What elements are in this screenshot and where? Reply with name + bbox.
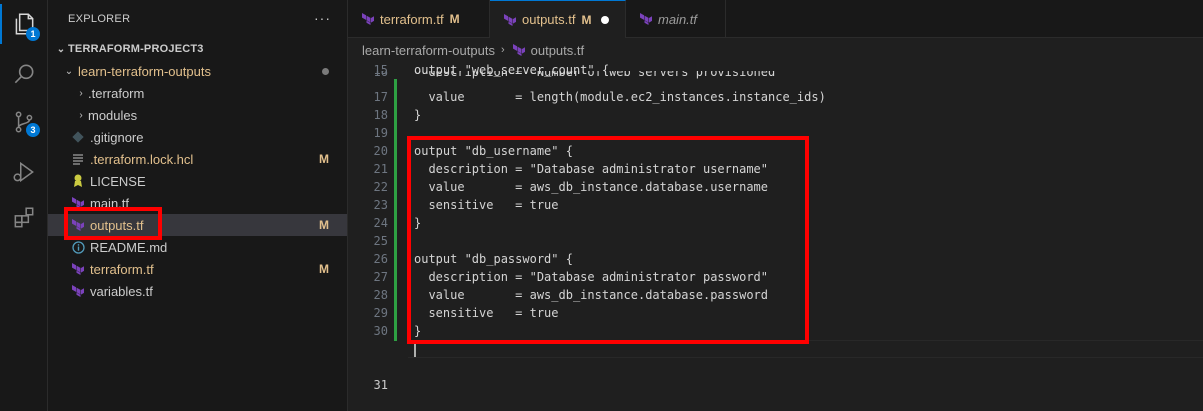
chevron-right-icon: › (500, 44, 505, 56)
chevron-right-icon: › (79, 109, 83, 121)
tree-item-label: learn-terraform-outputs (78, 63, 211, 79)
activity-bar: 1 3 (0, 0, 48, 411)
line-number: 27 (373, 270, 388, 284)
line-number: 29 (373, 306, 388, 320)
breadcrumb-file[interactable]: outputs.tf (531, 43, 584, 58)
tree-item-label: terraform.tf (90, 261, 154, 277)
code-line-partial: 16 description = "Number of web servers … (348, 71, 1203, 81)
search-icon[interactable] (0, 54, 48, 94)
unsaved-dot-icon[interactable] (601, 15, 610, 24)
code-editor[interactable]: 15 output "web_server_count" { 16 descrip… (348, 61, 1203, 411)
tab-modified-badge: M (449, 12, 460, 26)
modified-badge: M (319, 152, 329, 166)
line-number: 23 (373, 198, 388, 212)
modified-badge: M (319, 218, 329, 232)
lines-icon (70, 151, 86, 167)
terraform-icon (638, 11, 654, 27)
sidebar-title: EXPLORER (68, 13, 131, 25)
tree-item-gitignore[interactable]: .gitignore (48, 126, 347, 148)
line-number: 17 (373, 90, 388, 104)
scm-badge: 3 (26, 123, 40, 137)
license-icon (70, 173, 86, 189)
line-number: 16 (373, 71, 388, 79)
line-text: } (414, 108, 422, 122)
line-number: 28 (373, 288, 388, 302)
line-number: 18 (373, 108, 388, 122)
explorer-sidebar: EXPLORER ··· ⌄ TERRAFORM-PROJECT3 ⌄ lear… (48, 0, 348, 411)
tab-label: main.tf (658, 11, 698, 27)
more-actions-icon[interactable]: ··· (314, 10, 331, 26)
extensions-icon[interactable] (0, 198, 48, 238)
chevron-right-icon: › (79, 87, 83, 99)
breadcrumb-folder[interactable]: learn-terraform-outputs (362, 43, 495, 58)
terraform-icon (360, 11, 376, 27)
tree-item-learn-terraform-outputs[interactable]: ⌄ learn-terraform-outputs (48, 60, 347, 82)
line-number: 31 (373, 378, 388, 392)
terraform-icon (511, 42, 527, 58)
line-number: 22 (373, 180, 388, 194)
chevron-down-icon: ⌄ (56, 43, 66, 55)
modified-dot (322, 68, 329, 75)
run-debug-icon[interactable] (0, 152, 48, 192)
root-folder[interactable]: ⌄ TERRAFORM-PROJECT3 (48, 38, 347, 60)
tree-item-label: LICENSE (90, 173, 146, 189)
tree-item-terraform-folder[interactable]: › .terraform (48, 82, 347, 104)
info-icon (70, 239, 86, 255)
tab-outputs-tf[interactable]: outputs.tf M (490, 0, 626, 38)
line-number: 19 (373, 126, 388, 140)
terraform-icon (70, 261, 86, 277)
tab-modified-badge: M (581, 12, 592, 27)
terraform-icon (502, 12, 518, 28)
tab-label: outputs.tf (522, 12, 576, 27)
line-text: value = length(module.ec2_instances.inst… (414, 90, 826, 104)
tab-label: terraform.tf (380, 11, 444, 27)
tree-item-variables-tf[interactable]: variables.tf (48, 280, 347, 302)
line-number: 20 (373, 144, 388, 158)
chevron-down-icon: ⌄ (64, 65, 74, 77)
line-number: 30 (373, 324, 388, 338)
breadcrumb: learn-terraform-outputs › outputs.tf (348, 39, 1203, 61)
code-line: 17 value = length(module.ec2_instances.i… (348, 88, 1203, 106)
tree-item-label: .terraform.lock.hcl (90, 151, 194, 167)
tree-item-terraform-tf[interactable]: terraform.tf M (48, 258, 347, 280)
modified-badge: M (319, 262, 329, 276)
highlight-box-outputs-file (64, 207, 162, 240)
tab-bar: terraform.tf M outputs.tf M main.tf (348, 0, 1203, 38)
line-number: 25 (373, 234, 388, 248)
highlight-box-db-outputs (407, 136, 809, 344)
tree-item-label: variables.tf (90, 283, 153, 299)
tab-terraform-tf[interactable]: terraform.tf M (348, 0, 490, 38)
line-text: description = "Number of web servers pro… (414, 71, 783, 79)
git-icon (70, 129, 86, 145)
tree-item-label: .gitignore (90, 129, 144, 145)
explorer-icon[interactable] (0, 4, 48, 44)
tree-item-label: README.md (90, 239, 168, 255)
text-cursor (414, 342, 416, 357)
tab-main-tf[interactable]: main.tf (626, 0, 726, 38)
tree-item-license[interactable]: LICENSE (48, 170, 347, 192)
line-number: 26 (373, 252, 388, 266)
terraform-icon (70, 283, 86, 299)
tree-item-label: modules (88, 107, 138, 123)
code-line: 18} (348, 106, 1203, 124)
root-folder-label: TERRAFORM-PROJECT3 (68, 43, 204, 55)
tree-item-label: .terraform (88, 85, 145, 101)
explorer-badge: 1 (26, 27, 40, 41)
line-number: 24 (373, 216, 388, 230)
tree-item-modules[interactable]: › modules (48, 104, 347, 126)
line-number: 21 (373, 162, 388, 176)
source-control-icon[interactable] (0, 102, 48, 142)
tree-item-lock-file[interactable]: .terraform.lock.hcl M (48, 148, 347, 170)
